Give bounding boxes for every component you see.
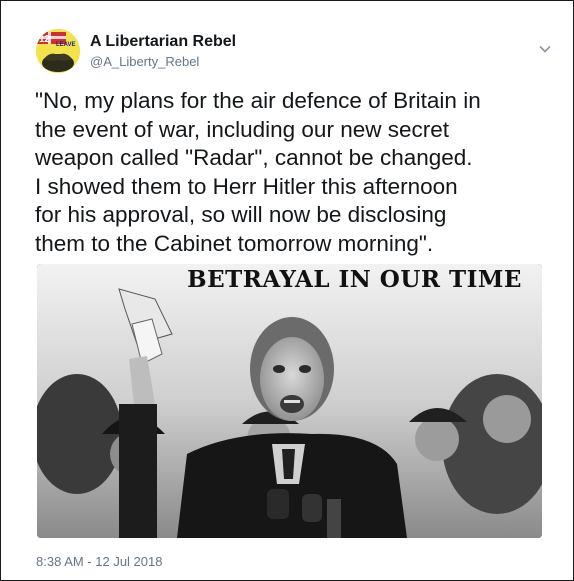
tweet-menu-button[interactable] bbox=[537, 41, 553, 57]
author-display-name[interactable]: A Libertarian Rebel bbox=[90, 32, 236, 51]
tweet-text: "No, my plans for the air defence of Bri… bbox=[35, 88, 481, 256]
avatar-image: 12 LEAVE bbox=[36, 29, 80, 73]
avatar[interactable]: 12 LEAVE bbox=[36, 29, 80, 73]
tweet-header: 12 LEAVE A Libertarian Rebel @A_Liberty_… bbox=[36, 29, 553, 73]
avatar-badge: LEAVE bbox=[56, 42, 76, 48]
tweet-timestamp[interactable]: 8:38 AM - 12 Jul 2018 bbox=[36, 554, 162, 569]
avatar-number: 12 bbox=[39, 34, 51, 45]
author-handle[interactable]: @A_Liberty_Rebel bbox=[90, 54, 236, 70]
media-caption: BETRAYAL IN OUR TIME bbox=[187, 266, 522, 293]
chevron-down-icon bbox=[539, 45, 551, 53]
tweet-media[interactable]: BETRAYAL IN OUR TIME bbox=[37, 264, 542, 538]
author-names: A Libertarian Rebel @A_Liberty_Rebel bbox=[90, 32, 236, 70]
tweet-card: 12 LEAVE A Libertarian Rebel @A_Liberty_… bbox=[0, 0, 574, 581]
tweet-photo bbox=[37, 264, 542, 538]
